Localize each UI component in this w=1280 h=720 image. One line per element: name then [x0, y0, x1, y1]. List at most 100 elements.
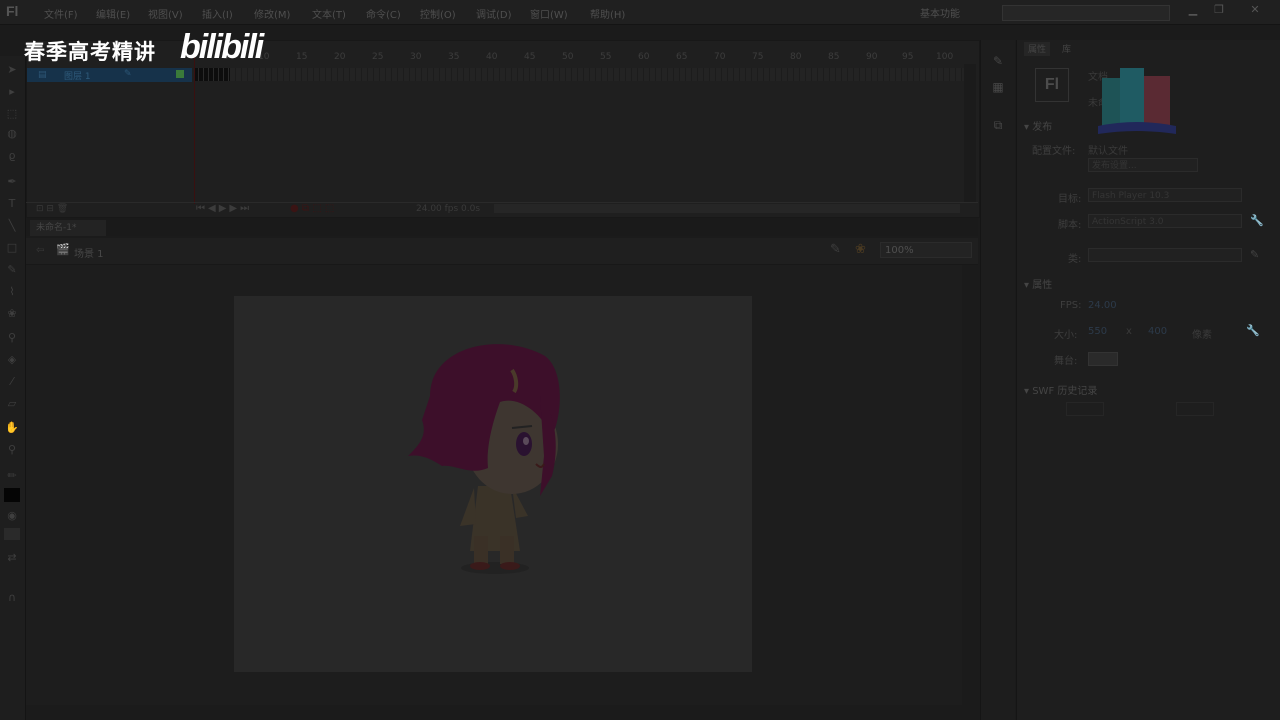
- playhead[interactable]: [194, 52, 195, 204]
- rectangle-tool-icon[interactable]: □: [4, 240, 20, 256]
- frame-number: 60: [638, 52, 650, 62]
- subselection-tool-icon[interactable]: ▸: [4, 84, 20, 100]
- pencil-tool-icon[interactable]: ✎: [4, 262, 20, 278]
- menu-help[interactable]: 帮助(H): [590, 6, 625, 21]
- paint-bucket-icon[interactable]: ◈: [4, 352, 20, 368]
- color-panel-icon[interactable]: ✎: [990, 54, 1006, 70]
- section-properties-label: 属性: [1032, 280, 1053, 291]
- menu-window[interactable]: 窗口(W): [530, 6, 568, 21]
- restore-icon[interactable]: ❐: [1210, 3, 1228, 17]
- library-panel-icon[interactable]: ⧉: [990, 118, 1006, 134]
- frame-number: 90: [866, 52, 878, 62]
- menu-commands[interactable]: 命令(C): [366, 6, 401, 21]
- hand-tool-icon[interactable]: ✋: [4, 420, 20, 436]
- menu-edit[interactable]: 编辑(E): [96, 6, 130, 21]
- back-arrow-icon[interactable]: ⇦: [36, 245, 44, 256]
- width-value[interactable]: 550: [1088, 326, 1107, 337]
- close-icon[interactable]: ✕: [1246, 3, 1264, 17]
- stage-vscroll[interactable]: [962, 265, 976, 705]
- section-publish[interactable]: ▾ 发布: [1024, 118, 1052, 133]
- size-label: 大小:: [1054, 330, 1078, 341]
- wrench-icon[interactable]: 🔧: [1250, 214, 1264, 227]
- menu-debug[interactable]: 调试(D): [476, 6, 512, 21]
- app-logo: Fl: [6, 3, 19, 19]
- bone-tool-icon[interactable]: ⚲: [4, 330, 20, 346]
- frame-number: 45: [524, 52, 536, 62]
- text-tool-icon[interactable]: T: [4, 196, 20, 212]
- eraser-tool-icon[interactable]: ▱: [4, 396, 20, 412]
- workspace-switcher[interactable]: 基本功能: [920, 5, 960, 20]
- menu-text[interactable]: 文本(T): [312, 6, 346, 21]
- 3d-rotation-icon[interactable]: ◍: [4, 126, 20, 142]
- script-select[interactable]: ActionScript 3.0: [1088, 214, 1242, 228]
- swf-clear-button[interactable]: [1176, 402, 1214, 416]
- frame-number: 55: [600, 52, 612, 62]
- stroke-color-icon[interactable]: ✏: [4, 468, 20, 484]
- frame-number: 30: [410, 52, 422, 62]
- stage-hscroll[interactable]: [26, 705, 962, 719]
- keyframes[interactable]: [194, 68, 230, 81]
- menu-insert[interactable]: 插入(I): [202, 6, 233, 21]
- stroke-color-swatch[interactable]: [4, 488, 20, 502]
- line-tool-icon[interactable]: ╲: [4, 218, 20, 234]
- class-input[interactable]: [1088, 248, 1242, 262]
- publish-settings-button[interactable]: 发布设置...: [1088, 158, 1198, 172]
- timeline-hscroll[interactable]: [494, 204, 960, 213]
- selection-tool-icon[interactable]: ➤: [4, 62, 20, 78]
- menu-view[interactable]: 视图(V): [148, 6, 183, 21]
- stage-color-swatch[interactable]: [1088, 352, 1118, 366]
- layer-icon: ▤: [38, 70, 47, 80]
- panel-icon-dock: [980, 40, 1015, 720]
- watermark-text: 春季高考精讲: [24, 40, 156, 64]
- help-search-input[interactable]: [1002, 5, 1170, 21]
- character-illustration[interactable]: [400, 336, 570, 586]
- layer-outline-toggle[interactable]: [176, 70, 184, 78]
- swap-colors-icon[interactable]: ⇄: [4, 550, 20, 566]
- frame-number: 40: [486, 52, 498, 62]
- stage-label: 舞台:: [1054, 356, 1078, 367]
- new-layer-icon[interactable]: ⊡ ⊟ 🗑: [36, 204, 68, 214]
- document-tab[interactable]: 未命名-1*: [30, 220, 106, 236]
- deco-tool-icon[interactable]: ❀: [4, 306, 20, 322]
- zoom-select[interactable]: 100%: [880, 242, 972, 258]
- layer-row[interactable]: [27, 68, 192, 82]
- script-label: 脚本:: [1058, 220, 1082, 231]
- lasso-tool-icon[interactable]: ϱ: [4, 148, 20, 164]
- scene-label[interactable]: 场景 1: [74, 245, 104, 260]
- brush-tool-icon[interactable]: ⌇: [4, 284, 20, 300]
- frame-strip[interactable]: [194, 68, 964, 81]
- target-select[interactable]: Flash Player 10.3: [1088, 188, 1242, 202]
- tab-library[interactable]: 库: [1058, 42, 1075, 56]
- free-transform-icon[interactable]: ⬚: [4, 106, 20, 122]
- menu-modify[interactable]: 修改(M): [254, 6, 290, 21]
- frames-area[interactable]: [194, 64, 979, 204]
- timeline-vscroll[interactable]: [964, 64, 976, 202]
- fill-color-icon[interactable]: ◉: [4, 508, 20, 524]
- frame-number: 70: [714, 52, 726, 62]
- minimize-icon[interactable]: ▁: [1184, 3, 1202, 17]
- snap-magnet-icon[interactable]: ∩: [4, 590, 20, 606]
- profile-value: 默认文件: [1088, 146, 1128, 157]
- menu-file[interactable]: 文件(F): [44, 6, 78, 21]
- swf-log-button[interactable]: [1066, 402, 1104, 416]
- onion-skin-icon[interactable]: ● ⧉ ⬚ ⬚: [290, 203, 334, 214]
- frame-number: 35: [448, 52, 460, 62]
- doc-settings-icon[interactable]: 🔧: [1246, 324, 1260, 337]
- menu-control[interactable]: 控制(O): [420, 6, 456, 21]
- section-properties[interactable]: ▾ 属性: [1024, 276, 1052, 291]
- scene-icon: 🎬: [56, 243, 70, 256]
- layer-name[interactable]: 图层 1: [64, 69, 91, 82]
- pen-tool-icon[interactable]: ✒: [4, 174, 20, 190]
- tab-properties[interactable]: 属性: [1024, 42, 1051, 56]
- height-value[interactable]: 400: [1148, 326, 1167, 337]
- zoom-tool-icon[interactable]: ⚲: [4, 442, 20, 458]
- eyedropper-icon[interactable]: ⁄: [4, 374, 20, 390]
- swatches-panel-icon[interactable]: ▦: [990, 80, 1006, 96]
- playback-controls[interactable]: ⏮◀▶▶⏭: [196, 203, 252, 214]
- fps-value[interactable]: 24.00: [1088, 300, 1117, 311]
- edit-class-icon[interactable]: ✎: [1250, 248, 1259, 261]
- section-swf-history[interactable]: ▾ SWF 历史记录: [1024, 382, 1097, 397]
- fill-color-swatch[interactable]: [4, 528, 20, 540]
- edit-symbols-icon[interactable]: ❀: [855, 242, 866, 257]
- edit-scene-icon[interactable]: ✎: [830, 242, 841, 257]
